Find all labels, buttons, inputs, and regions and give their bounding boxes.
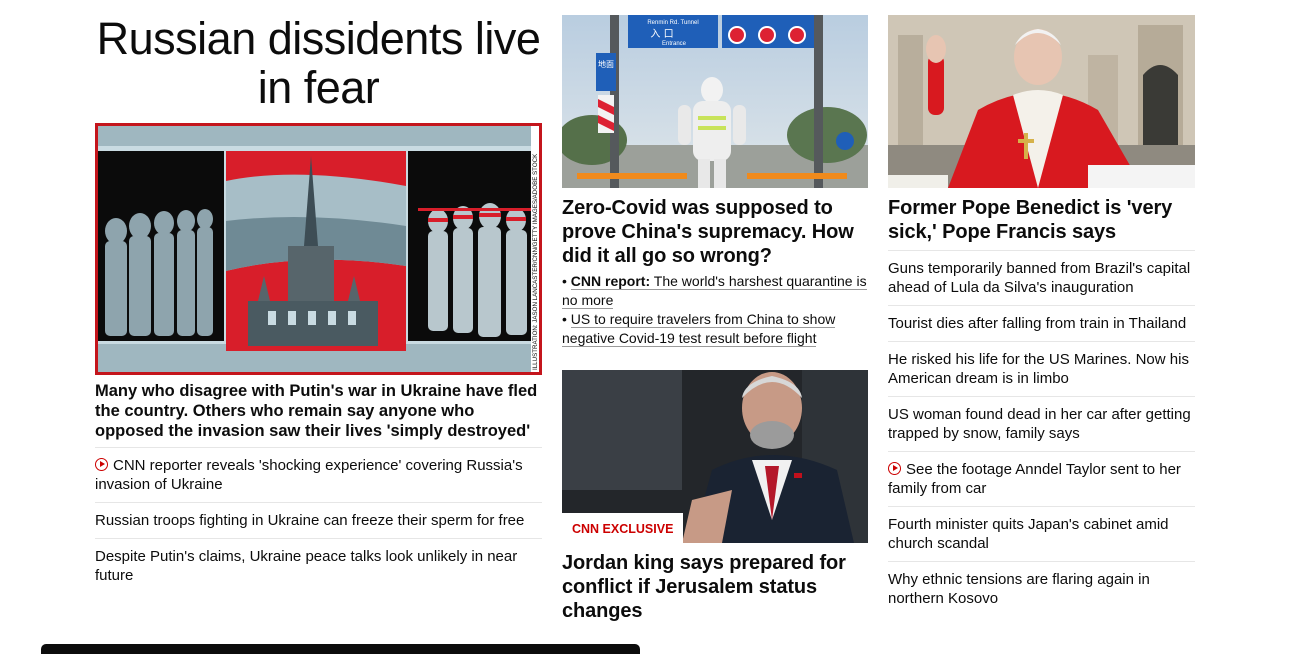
sign-text: Entrance (662, 41, 687, 47)
pope-image[interactable] (888, 15, 1195, 188)
related-link[interactable]: • US to require travelers from China to … (562, 310, 868, 348)
link-text: Why ethnic tensions are flaring again in… (888, 571, 1150, 607)
sign-text: 地面 (598, 59, 614, 69)
list-item[interactable]: Russian troops fighting in Ukraine can f… (95, 502, 542, 538)
list-item[interactable]: CNN reporter reveals 'shocking experienc… (95, 447, 542, 502)
pope-headline[interactable]: Former Pope Benedict is 'very sick,' Pop… (888, 196, 1195, 244)
sign-text: Renmin Rd. Tunnel (647, 20, 698, 26)
list-item[interactable]: Fourth minister quits Japan's cabinet am… (888, 506, 1195, 561)
hero-caption[interactable]: Many who disagree with Putin's war in Uk… (95, 381, 542, 441)
image-credit: ILLUSTRATION: JASON LANCASTER/CNN/GETTY … (532, 153, 539, 370)
link-prefix: CNN report: (570, 273, 651, 289)
list-item[interactable]: Despite Putin's claims, Ukraine peace ta… (95, 538, 542, 593)
jordan-king-headline[interactable]: Jordan king says prepared for conflict i… (562, 551, 868, 623)
pope-benedict-photo (888, 15, 1195, 188)
bullet: • (562, 311, 571, 327)
list-item[interactable]: He risked his life for the US Marines. N… (888, 341, 1195, 396)
bullet: • (562, 273, 571, 289)
list-item[interactable]: Why ethnic tensions are flaring again in… (888, 561, 1195, 616)
link-text: See the footage Anndel Taylor sent to he… (888, 461, 1181, 497)
hero-headline[interactable]: Russian dissidents live in fear (95, 14, 542, 112)
link-text: Despite Putin's claims, Ukraine peace ta… (95, 548, 518, 584)
link-text: Guns temporarily banned from Brazil's ca… (888, 260, 1191, 296)
link-text: US to require travelers from China to sh… (562, 311, 836, 347)
video-play-icon (95, 458, 108, 471)
related-link[interactable]: • CNN report: The world's harshest quara… (562, 272, 868, 310)
list-item[interactable]: Guns temporarily banned from Brazil's ca… (888, 250, 1195, 305)
bottom-banner-edge (41, 644, 640, 654)
left-related-links: CNN reporter reveals 'shocking experienc… (95, 447, 542, 593)
link-text: Russian troops fighting in Ukraine can f… (95, 512, 525, 529)
link-text: Tourist dies after falling from train in… (888, 315, 1187, 332)
right-related-links: Guns temporarily banned from Brazil's ca… (888, 250, 1195, 616)
hero-image[interactable]: ILLUSTRATION: JASON LANCASTER/CNN/GETTY … (95, 123, 542, 375)
list-item[interactable]: Tourist dies after falling from train in… (888, 305, 1195, 341)
link-text: Fourth minister quits Japan's cabinet am… (888, 516, 1169, 552)
russia-illustration: ILLUSTRATION: JASON LANCASTER/CNN/GETTY … (98, 126, 539, 372)
link-text: CNN reporter reveals 'shocking experienc… (95, 457, 523, 493)
link-text: US woman found dead in her car after get… (888, 406, 1191, 442)
list-item[interactable]: US woman found dead in her car after get… (888, 396, 1195, 451)
list-item[interactable]: See the footage Anndel Taylor sent to he… (888, 451, 1195, 506)
china-covid-image[interactable]: Renmin Rd. Tunnel 入 口 Entrance 地面 (562, 15, 868, 188)
exclusive-badge: CNN EXCLUSIVE (562, 513, 684, 543)
china-covid-headline[interactable]: Zero-Covid was supposed to prove China's… (562, 196, 868, 268)
link-text: He risked his life for the US Marines. N… (888, 351, 1189, 387)
left-column: Russian dissidents live in fear ILLUSTRA… (95, 0, 542, 584)
jordan-king-image[interactable]: CNN EXCLUSIVE (562, 370, 868, 543)
china-related-links: • CNN report: The world's harshest quara… (562, 272, 868, 348)
video-play-icon (888, 462, 901, 475)
china-checkpoint-photo: Renmin Rd. Tunnel 入 口 Entrance 地面 (562, 15, 868, 188)
sign-text: 入 口 (650, 29, 673, 40)
